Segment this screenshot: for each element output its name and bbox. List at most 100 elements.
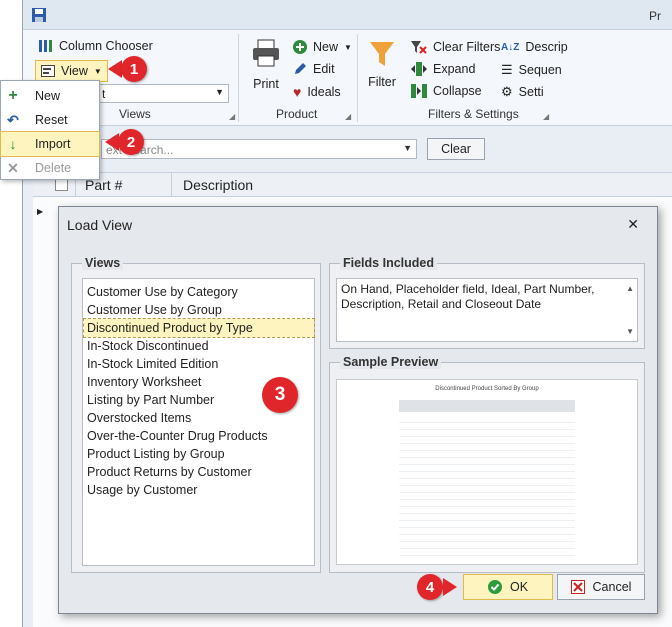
column-chooser-icon (39, 40, 52, 52)
cancel-button[interactable]: Cancel (557, 574, 645, 600)
pencil-icon (295, 63, 306, 74)
fields-text: On Hand, Placeholder field, Ideal, Part … (336, 278, 638, 342)
list-icon: ☰ (501, 62, 513, 77)
filter-icon (370, 42, 394, 66)
menu-item-label: New (35, 89, 61, 103)
callout-badge-1: 1 (121, 56, 147, 82)
clear-filters-button[interactable]: Clear Filters (411, 40, 500, 54)
heart-icon: ♥ (293, 84, 302, 100)
callout-arrow (443, 578, 457, 596)
column-chooser-label: Column Chooser (59, 39, 153, 53)
ideals-button[interactable]: ♥ Ideals (293, 84, 341, 100)
menu-item-label: Import (35, 137, 71, 151)
menu-item-reset[interactable]: ↶ Reset (1, 108, 99, 132)
edit-button[interactable]: Edit (293, 62, 335, 76)
clear-button[interactable]: Clear (427, 138, 485, 160)
clear-filters-label: Clear Filters (433, 40, 501, 54)
list-item[interactable]: Customer Use by Group (84, 301, 314, 319)
views-group-label: Views (119, 107, 151, 121)
list-item-selected[interactable]: Discontinued Product by Type (83, 318, 315, 338)
dialog-launcher-icon[interactable]: ◢ (543, 112, 549, 121)
settings-label: Setti (518, 85, 544, 99)
ribbon: Column Chooser View ▼ t ▼ Views ◢ Print … (23, 30, 672, 126)
scroll-up-icon[interactable]: ▲ (626, 281, 634, 296)
list-item[interactable]: Usage by Customer (84, 481, 314, 499)
list-item[interactable]: Product Returns by Customer (84, 463, 314, 481)
preview-heading: Discontinued Product Sorted By Group (435, 386, 539, 392)
filter-button[interactable]: Filter (365, 40, 399, 89)
print-button[interactable]: Print (246, 38, 286, 91)
views-panel-title: Views (82, 256, 124, 270)
ribbon-separator (357, 34, 358, 122)
list-item[interactable]: In-Stock Limited Edition (84, 355, 314, 373)
sequence-button[interactable]: ☰ Sequen (501, 62, 562, 78)
dialog-launcher-icon[interactable]: ◢ (345, 112, 351, 121)
cancel-label: Cancel (592, 580, 632, 594)
sample-preview-panel: Sample Preview Discontinued Product Sort… (329, 355, 645, 573)
menu-item-new[interactable]: + New (1, 84, 99, 108)
dialog-title: Load View (67, 217, 133, 233)
sample-preview-title: Sample Preview (340, 355, 442, 369)
column-chooser-button[interactable]: Column Chooser (39, 39, 153, 53)
column-header-description[interactable]: Description (183, 177, 253, 193)
gear-icon: ⚙ (501, 84, 513, 99)
preview-rows (399, 416, 575, 562)
list-item[interactable]: Customer Use by Category (84, 283, 314, 301)
views-panel: Views Customer Use by Category Customer … (71, 256, 321, 573)
sort-az-icon: A↓Z (501, 41, 520, 53)
views-list: Customer Use by Category Customer Use by… (82, 278, 315, 566)
chevron-down-icon: ▼ (215, 87, 224, 97)
plus-circle-icon (293, 40, 307, 54)
close-icon: ✕ (7, 159, 19, 176)
view-button[interactable]: View ▼ (35, 60, 108, 82)
printer-icon (253, 39, 279, 67)
menu-item-label: Delete (35, 161, 72, 175)
close-icon[interactable]: ✕ (627, 216, 639, 233)
cancel-icon (570, 580, 585, 594)
collapse-button[interactable]: Collapse (411, 84, 482, 98)
check-circle-icon (487, 580, 502, 594)
preview-image: Discontinued Product Sorted By Group (336, 379, 638, 565)
list-item[interactable]: Product Listing by Group (84, 445, 314, 463)
expand-label: Expand (433, 62, 476, 76)
expand-button[interactable]: Expand (411, 62, 475, 76)
new-product-button[interactable]: New ▼ (293, 40, 352, 54)
ok-button[interactable]: OK (463, 574, 553, 600)
load-view-dialog: Load View ✕ Views Customer Use by Catego… (58, 206, 658, 614)
menu-item-import[interactable]: ↓ Import (0, 131, 100, 157)
view-icon (41, 65, 55, 77)
callout-badge-3: 3 (262, 377, 298, 413)
collapse-label: Collapse (433, 84, 482, 98)
row-indicator-icon: ▶ (37, 207, 44, 216)
list-item[interactable]: In-Stock Discontinued (84, 337, 314, 355)
view-label: View (61, 64, 88, 78)
product-group-label: Product (276, 107, 318, 121)
new-label: New (313, 40, 339, 54)
window-title: Pr (649, 9, 661, 23)
filters-group-label: Filters & Settings (428, 107, 519, 121)
scroll-down-icon[interactable]: ▼ (626, 324, 634, 339)
search-input[interactable]: ext Search... ▼ (101, 139, 417, 159)
description-label: Descrip (525, 40, 568, 54)
reset-icon: ↶ (7, 111, 19, 128)
expand-icon (411, 62, 427, 76)
description-sort-button[interactable]: A↓Z Descrip (501, 40, 568, 54)
list-item[interactable]: Over-the-Counter Drug Products (84, 427, 314, 445)
dialog-launcher-icon[interactable]: ◢ (229, 112, 235, 121)
save-icon[interactable] (31, 7, 47, 23)
fields-text-value: On Hand, Placeholder field, Ideal, Part … (341, 282, 595, 311)
callout-badge-4: 4 (417, 574, 443, 600)
ok-label: OK (509, 580, 529, 594)
title-bar: Pr (23, 0, 672, 30)
settings-button[interactable]: ⚙ Setti (501, 84, 544, 100)
chevron-down-icon: ▼ (93, 66, 102, 76)
filter-label: Filter (368, 75, 396, 89)
fields-panel: Fields Included On Hand, Placeholder fie… (329, 256, 645, 349)
ribbon-separator (238, 34, 239, 122)
views-combo[interactable]: t ▼ (97, 84, 229, 103)
down-arrow-icon: ↓ (9, 136, 17, 152)
edit-label: Edit (313, 62, 335, 76)
chevron-down-icon: ▼ (344, 42, 352, 52)
view-dropdown-menu: + New ↶ Reset ↓ Import ✕ Delete (0, 80, 100, 180)
chevron-down-icon: ▼ (403, 143, 412, 153)
